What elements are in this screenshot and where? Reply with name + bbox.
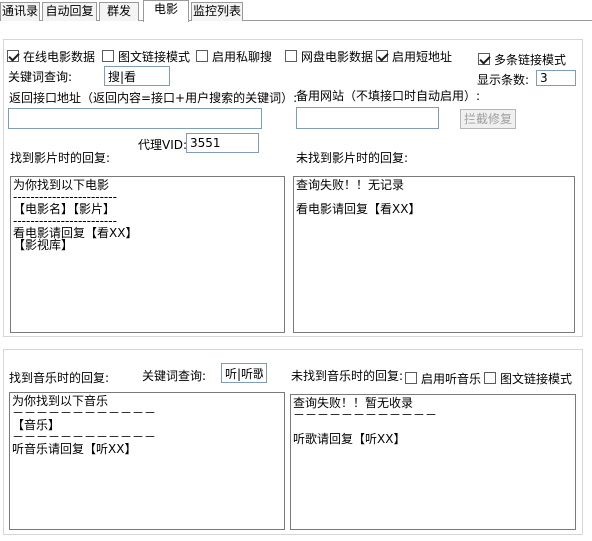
- proxy-vid-input[interactable]: [186, 133, 259, 153]
- reply-line: 听音乐请回复【听XX】: [12, 442, 137, 456]
- private-search-checkbox[interactable]: 启用私聊搜: [196, 48, 272, 64]
- music-found-label: 找到音乐时的回复:: [9, 371, 110, 385]
- short-url-checkbox[interactable]: 启用短地址: [376, 48, 452, 64]
- multi-link-checkbox[interactable]: 多条链接模式: [478, 51, 566, 67]
- proxy-vid-label: 代理VID:: [138, 138, 188, 152]
- reply-line: 查询失败！！无记录: [296, 178, 405, 192]
- checkbox-checked-icon: [478, 53, 490, 65]
- checkbox-checked-icon: [7, 50, 19, 62]
- enable-music-checkbox[interactable]: 启用听音乐: [405, 370, 481, 386]
- music-keyword-label: 关键词查询:: [142, 369, 207, 383]
- tab-movie[interactable]: 电影: [143, 0, 189, 22]
- movie-found-reply-textarea[interactable]: 为你找到以下电影 ------------------------ 【电影名】【…: [10, 176, 285, 333]
- tab-monitor-list[interactable]: 监控列表: [191, 2, 243, 21]
- music-keyword-input[interactable]: [221, 363, 267, 383]
- checkbox-checked-icon: [376, 50, 388, 62]
- music-notfound-label: 未找到音乐时的回复:: [291, 369, 404, 383]
- api-url-input[interactable]: [8, 108, 262, 129]
- display-count-input[interactable]: [536, 70, 576, 86]
- netdisk-data-checkbox[interactable]: 网盘电影数据: [285, 48, 373, 64]
- image-link-mode-label: 图文链接模式: [118, 49, 191, 64]
- tab-auto-reply[interactable]: 自动回复: [42, 2, 97, 21]
- movie-notfound-label: 未找到影片时的回复:: [296, 151, 409, 165]
- intercept-fix-button[interactable]: 拦截修复: [460, 109, 516, 129]
- backup-site-input[interactable]: [296, 107, 439, 129]
- short-url-label: 启用短地址: [392, 49, 453, 64]
- display-count-label: 显示条数:: [477, 73, 530, 87]
- tab-broadcast[interactable]: 群发: [99, 2, 139, 21]
- reply-line: 看电影请回复【看XX】: [296, 202, 421, 216]
- tab-contacts[interactable]: 通讯录: [0, 2, 40, 21]
- reply-line: 听歌请回复【听XX】: [293, 432, 406, 446]
- music-found-reply-textarea[interactable]: 为你找到以下音乐 －－－－－－－－－－－－ 【音乐】 －－－－－－－－－－－－ …: [9, 392, 285, 530]
- backup-site-label: 备用网站（不填接口时自动启用）:: [296, 89, 481, 103]
- online-movie-data-label: 在线电影数据: [23, 49, 96, 64]
- private-search-label: 启用私聊搜: [212, 49, 273, 64]
- movie-notfound-reply-textarea[interactable]: 查询失败！！无记录 看电影请回复【看XX】: [293, 176, 575, 333]
- netdisk-data-label: 网盘电影数据: [301, 49, 374, 64]
- enable-music-label: 启用听音乐: [421, 371, 482, 386]
- multi-link-label: 多条链接模式: [494, 52, 567, 67]
- music-notfound-reply-textarea[interactable]: 查询失败！！暂无收录 －－－－－－－－－－－－ 听歌请回复【听XX】: [290, 394, 576, 530]
- reply-line: －－－－－－－－－－－－: [293, 408, 438, 422]
- music-image-link-label: 图文链接模式: [500, 371, 573, 386]
- checkbox-unchecked-icon: [285, 50, 297, 62]
- checkbox-unchecked-icon: [196, 50, 208, 62]
- reply-line: 【影视库】: [13, 238, 74, 252]
- movie-found-label: 找到影片时的回复:: [10, 151, 111, 165]
- checkbox-unchecked-icon: [484, 372, 496, 384]
- online-movie-data-checkbox[interactable]: 在线电影数据: [7, 48, 95, 64]
- image-link-mode-checkbox[interactable]: 图文链接模式: [102, 48, 190, 64]
- music-image-link-checkbox[interactable]: 图文链接模式: [484, 370, 572, 386]
- api-url-label: 返回接口地址（返回内容=接口+用户搜索的关键词）:: [9, 91, 298, 105]
- checkbox-unchecked-icon: [405, 372, 417, 384]
- checkbox-unchecked-icon: [102, 50, 114, 62]
- movie-keyword-input[interactable]: [104, 66, 170, 86]
- movie-keyword-label: 关键词查询:: [8, 70, 73, 84]
